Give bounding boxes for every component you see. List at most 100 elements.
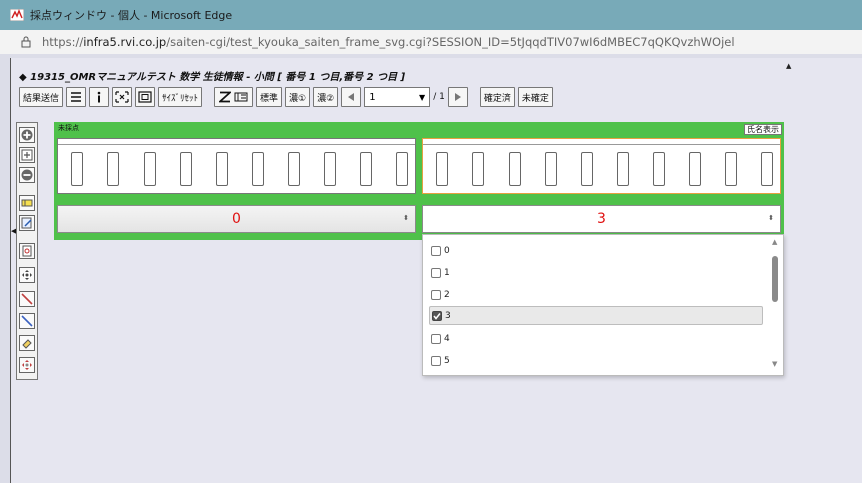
omr-box: [360, 152, 372, 186]
send-results-button[interactable]: 結果送信: [19, 87, 64, 107]
omr-box: [396, 152, 408, 186]
unconfirmed-button[interactable]: 未確定: [517, 87, 553, 107]
red-pen-icon[interactable]: [19, 291, 35, 307]
option-label: 0: [444, 245, 450, 256]
chevron-down-icon: ▼: [419, 92, 426, 102]
app-icon: [10, 9, 24, 21]
omr-box: [653, 152, 665, 186]
omr-box: [71, 152, 83, 186]
dark2-contrast-button[interactable]: 濃②: [313, 87, 339, 107]
scroll-down-icon[interactable]: ▼: [772, 360, 777, 368]
grading-frame: ◆ 19315_OMRマニュアルテスト 数学 生徒情報 - 小問 [ 番号 1 …: [10, 58, 862, 483]
eraser-icon[interactable]: [19, 335, 35, 351]
omr-box: [472, 152, 484, 186]
size-reset-button[interactable]: ｻｲｽﾞﾘｾｯﾄ: [158, 87, 203, 107]
document-icon[interactable]: [19, 243, 35, 259]
edit-note-icon[interactable]: [19, 215, 35, 231]
omr-box: [216, 152, 228, 186]
list-icon[interactable]: [66, 87, 87, 107]
checkbox-icon[interactable]: [431, 333, 441, 344]
dark1-contrast-button[interactable]: 濃①: [285, 87, 311, 107]
fit-to-area-icon[interactable]: [112, 87, 133, 107]
omr-box: [180, 152, 192, 186]
move-icon[interactable]: [19, 267, 35, 283]
omr-box: [761, 152, 773, 186]
zoom-reset-icon[interactable]: [19, 147, 35, 163]
dropdown-option[interactable]: 2: [429, 285, 763, 304]
omr-box: [509, 152, 521, 186]
toolbar: 結果送信 ｻｲｽﾞﾘｾｯﾄ 標準 濃① 濃② 1 ▼ / 1 確定済 未確定: [19, 86, 553, 108]
option-label: 4: [444, 333, 450, 344]
option-label: 2: [444, 289, 450, 300]
omr-box: [324, 152, 336, 186]
page-select-value: 1: [369, 91, 376, 103]
chevron-left-icon: [348, 93, 355, 101]
chevron-right-icon: [454, 93, 461, 101]
score-select-right[interactable]: 3 ⬍: [422, 205, 781, 233]
page-select[interactable]: 1 ▼: [364, 87, 431, 107]
page-total: / 1: [433, 92, 445, 102]
updown-caret-icon: ⬍: [768, 214, 774, 222]
option-label: 5: [444, 355, 450, 366]
dropdown-option-selected[interactable]: 3: [429, 306, 763, 325]
checkbox-icon[interactable]: [431, 355, 441, 366]
url-path: /saiten-cgi/test_kyouka_saiten_frame_svg…: [166, 35, 735, 49]
omr-box: [436, 152, 448, 186]
omr-box: [144, 152, 156, 186]
sort-icon[interactable]: [214, 87, 254, 107]
score-dropdown-list: 0 1 2 3 4 5 ▲ ▼: [422, 234, 784, 376]
omr-box: [288, 152, 300, 186]
show-name-button[interactable]: 氏名表示: [744, 124, 782, 135]
confirmed-button[interactable]: 確定済: [479, 87, 515, 107]
dropdown-option[interactable]: 5: [429, 351, 763, 370]
omr-box: [252, 152, 264, 186]
omr-box: [107, 152, 119, 186]
dropdown-option[interactable]: 1: [429, 263, 763, 282]
question-heading: ◆ 19315_OMRマニュアルテスト 数学 生徒情報 - 小問 [ 番号 1 …: [19, 72, 406, 83]
omr-box: [545, 152, 557, 186]
grading-status-label: 未採点: [58, 124, 79, 132]
omr-box: [617, 152, 629, 186]
answer-panel: 未採点 氏名表示 0 ⬍ 3 ⬍: [54, 122, 784, 240]
option-label: 1: [444, 267, 450, 278]
updown-caret-icon: ⬍: [403, 214, 409, 222]
score-select-left[interactable]: 0 ⬍: [57, 205, 416, 233]
omr-image-right[interactable]: [422, 138, 781, 194]
info-icon[interactable]: [89, 87, 110, 107]
dropdown-scrollbar[interactable]: ▲ ▼: [769, 235, 783, 375]
option-label: 3: [445, 310, 451, 321]
fullscreen-icon[interactable]: [135, 87, 156, 107]
checkbox-icon[interactable]: [431, 289, 441, 300]
scrollbar-thumb[interactable]: [772, 256, 778, 302]
page-content: ◆ 19315_OMRマニュアルテスト 数学 生徒情報 - 小問 [ 番号 1 …: [0, 54, 862, 483]
url-host: infra5.rvi.co.jp: [83, 35, 167, 49]
settings-move-icon[interactable]: [19, 357, 35, 373]
blue-pen-icon[interactable]: [19, 313, 35, 329]
checkbox-icon[interactable]: [431, 267, 441, 278]
url-text[interactable]: https://infra5.rvi.co.jp/saiten-cgi/test…: [42, 35, 735, 49]
page-info-icon[interactable]: [20, 36, 32, 48]
url-prefix: https://: [42, 35, 84, 49]
scroll-up-icon[interactable]: ▲: [786, 62, 791, 70]
omr-box: [689, 152, 701, 186]
address-bar[interactable]: https://infra5.rvi.co.jp/saiten-cgi/test…: [0, 30, 862, 54]
zoom-out-icon[interactable]: [19, 167, 35, 183]
checkbox-icon[interactable]: [431, 245, 441, 256]
score-value-right: 3: [597, 211, 606, 227]
prev-page-button[interactable]: [341, 87, 362, 107]
omr-box: [725, 152, 737, 186]
omr-image-left[interactable]: [57, 138, 416, 194]
standard-contrast-button[interactable]: 標準: [256, 87, 283, 107]
omr-box: [581, 152, 593, 186]
window-title: 採点ウィンドウ - 個人 - Microsoft Edge: [30, 9, 233, 22]
scroll-up-icon[interactable]: ▲: [772, 238, 777, 246]
zoom-in-icon[interactable]: [19, 127, 35, 143]
score-value-left: 0: [232, 211, 241, 227]
next-page-button[interactable]: [447, 87, 468, 107]
checkbox-checked-icon[interactable]: [432, 310, 442, 321]
window-title-bar: 採点ウィンドウ - 個人 - Microsoft Edge: [0, 0, 862, 30]
tool-palette: [16, 122, 38, 380]
dropdown-option[interactable]: 0: [429, 241, 763, 260]
highlight-icon[interactable]: [19, 195, 35, 211]
dropdown-option[interactable]: 4: [429, 329, 763, 348]
